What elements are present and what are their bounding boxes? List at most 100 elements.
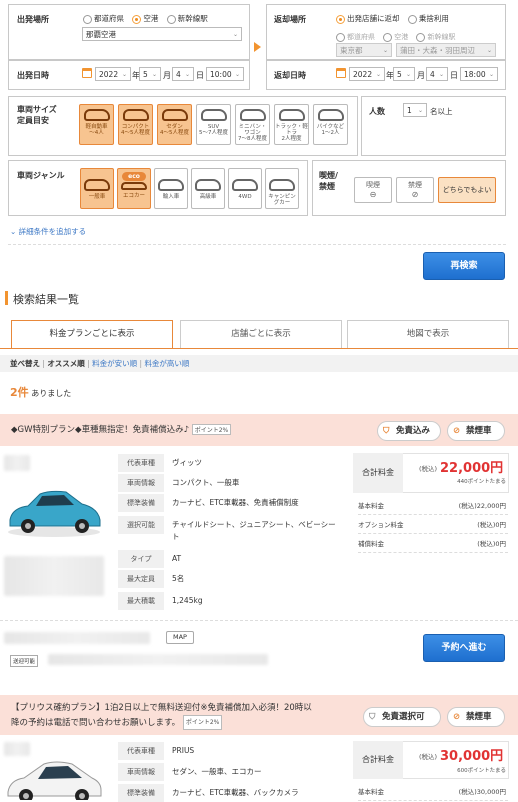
radio-one-way[interactable]: 乗捨利用 bbox=[407, 14, 449, 24]
car-image-2 bbox=[4, 756, 104, 802]
return-pref-select[interactable]: 東京都 ⌄ bbox=[336, 43, 392, 57]
size-tile-6[interactable]: バイクなど 1〜2人 bbox=[313, 104, 348, 145]
breakdown-key: 基本料金 bbox=[358, 502, 384, 510]
no-smoking-icon: ⊘ bbox=[453, 426, 461, 436]
departure-day-select[interactable]: 4 ⌄ bbox=[172, 67, 194, 81]
size-tile-1[interactable]: コンパクト 4〜5人程度 bbox=[118, 104, 153, 145]
departure-year-select[interactable]: 2022 ⌄ bbox=[95, 67, 131, 81]
size-tile-4[interactable]: ミニバン・ワゴン 7〜8人程度 bbox=[235, 104, 270, 145]
people-suffix: 名以上 bbox=[430, 107, 453, 116]
sort-recommended[interactable]: オススメ順 bbox=[47, 359, 85, 368]
genre-tile-0[interactable]: 一般車 bbox=[80, 168, 114, 209]
people-select[interactable]: 1 ⌄ bbox=[403, 103, 427, 117]
sort-price-asc[interactable]: 料金が安い順 bbox=[92, 359, 137, 368]
smoking-label: 喫煙/禁煙 bbox=[319, 171, 338, 191]
size-tile-5[interactable]: トラック・軽トラ 2人程度 bbox=[274, 104, 309, 145]
result-count: 2件 ありました bbox=[10, 384, 71, 400]
radio-prefecture[interactable]: 都道府県 bbox=[83, 14, 124, 24]
smoking-option-either[interactable]: どちらでもよい bbox=[438, 177, 496, 203]
total-price-2: 30,000円 bbox=[440, 749, 504, 764]
return-area-select[interactable]: 蒲田・大森・羽田周辺 ⌄ bbox=[396, 43, 496, 57]
smoking-option-nosmoke[interactable]: 禁煙 ⊘ bbox=[396, 177, 434, 203]
store-address-blurred bbox=[4, 632, 150, 644]
sort-price-desc[interactable]: 料金が高い順 bbox=[144, 359, 189, 368]
departure-place-label: 出発場所 bbox=[17, 15, 49, 24]
luxury-car-icon bbox=[195, 179, 221, 191]
departure-month-select[interactable]: 5 ⌄ bbox=[139, 67, 161, 81]
radio-return-shinkansen[interactable]: 新幹線駅 bbox=[416, 32, 455, 42]
spec-key: 標準装備 bbox=[118, 784, 164, 802]
eco-car-icon bbox=[121, 182, 147, 190]
size-tile-capacity: 7〜8人程度 bbox=[238, 136, 267, 142]
spec-value: 5名 bbox=[172, 574, 185, 583]
radio-return-airport[interactable]: 空港 bbox=[383, 32, 408, 42]
reserve-button[interactable]: 予約へ進む bbox=[423, 634, 505, 662]
plan-title-2-line1: 【プリウス確約プラン】1泊2日以上で無料送迎付※免責補償加入必須！20時以 bbox=[11, 703, 312, 713]
points-badge: ポイント2% bbox=[191, 424, 232, 435]
radio-shinkansen[interactable]: 新幹線駅 bbox=[166, 14, 208, 24]
spec-key: 車両情報 bbox=[118, 763, 164, 781]
return-time-select[interactable]: 18:00 ⌄ bbox=[460, 67, 498, 81]
departure-place-select[interactable]: 那覇空港 ⌄ bbox=[82, 27, 242, 41]
sort-label: 並べ替え bbox=[10, 359, 40, 368]
smoking-option-smoke[interactable]: 喫煙 ⊖ bbox=[354, 177, 392, 203]
genre-tile-4[interactable]: 4WD bbox=[228, 168, 262, 209]
size-tile-label: ミニバン・ワゴン bbox=[238, 124, 267, 136]
spec-key: 選択可能 bbox=[118, 516, 164, 534]
size-tile-capacity: 5〜7人程度 bbox=[199, 130, 228, 136]
size-tile-capacity: 〜4人 bbox=[89, 130, 104, 136]
genre-label: 車両ジャンル bbox=[17, 171, 65, 180]
return-calendar-icon[interactable] bbox=[336, 68, 346, 78]
import-car-icon bbox=[158, 179, 184, 191]
spec-key: タイプ bbox=[118, 550, 164, 568]
size-tile-3[interactable]: SUV 5〜7人程度 bbox=[196, 104, 231, 145]
tab-underline bbox=[0, 348, 518, 349]
tab-map[interactable]: 地図で表示 bbox=[347, 320, 509, 348]
plan-title-text: ◆GW特別プラン◆車種無指定！免責補償込み♪ bbox=[11, 425, 189, 435]
size-tile-0[interactable]: 軽自動車 〜4人 bbox=[79, 104, 114, 145]
eco-label-icon: eco bbox=[122, 172, 146, 181]
no-smoking-icon: ⊘ bbox=[411, 190, 419, 199]
spec-value: PRIUS bbox=[172, 746, 195, 755]
spec-value: ト bbox=[172, 532, 180, 541]
return-day-select[interactable]: 4 ⌄ bbox=[426, 67, 448, 81]
departure-time-select[interactable]: 10:00 ⌄ bbox=[206, 67, 244, 81]
genre-tile-1[interactable]: eco エコカー bbox=[117, 168, 151, 209]
radio-airport[interactable]: 空港 bbox=[132, 14, 158, 24]
departure-radio-group: 都道府県 空港 新幹線駅 bbox=[83, 13, 208, 24]
spec-key: 代表車種 bbox=[118, 742, 164, 760]
genre-tile-label: 一般車 bbox=[88, 194, 106, 200]
total-tax: (税込) bbox=[419, 465, 438, 473]
radio-return-prefecture[interactable]: 都道府県 bbox=[336, 32, 375, 42]
radio-same-store[interactable]: 出発店舗に返却 bbox=[336, 14, 400, 24]
store-name-blurred-2 bbox=[4, 742, 30, 756]
tab-by-plan[interactable]: 料金プランごとに表示 bbox=[11, 320, 173, 348]
genre-tile-label: 高級車 bbox=[199, 194, 217, 200]
spec-value: カーナビ、ETC車載器、バックカメラ bbox=[172, 788, 299, 797]
store-info-blurred bbox=[4, 556, 104, 596]
return-radio-group: 出発店舗に返却 乗捨利用 bbox=[336, 13, 449, 24]
shuttle-badge: 送迎可能 bbox=[10, 655, 39, 667]
chevron-down-icon: ⌄ bbox=[10, 227, 19, 236]
breakdown-value: (税込)0円 bbox=[477, 521, 506, 529]
spec-key: 最大定員 bbox=[118, 570, 164, 588]
plan-title: ◆GW特別プラン◆車種無指定！免責補償込み♪ ポイント2% bbox=[11, 423, 232, 435]
genre-tile-2[interactable]: 輸入車 bbox=[154, 168, 188, 209]
more-conditions-link[interactable]: ⌄ 詳細条件を追加する bbox=[10, 226, 86, 237]
size-tile-capacity: 1〜2人 bbox=[321, 130, 340, 136]
research-button[interactable]: 再検索 bbox=[423, 252, 505, 280]
genre-tile-3[interactable]: 高級車 bbox=[191, 168, 225, 209]
total-label-2: 合計料金 bbox=[353, 741, 403, 779]
return-year-select[interactable]: 2022 ⌄ bbox=[349, 67, 385, 81]
genre-tile-5[interactable]: キャンピングカー bbox=[265, 168, 299, 209]
sort-bar: 並べ替え | オススメ順 | 料金が安い順 | 料金が高い順 bbox=[0, 355, 518, 372]
map-button[interactable]: MAP bbox=[166, 631, 194, 644]
spec-value: AT bbox=[172, 554, 182, 563]
tab-by-store[interactable]: 店舗ごとに表示 bbox=[180, 320, 342, 348]
size-tile-2[interactable]: セダン 4〜5人程度 bbox=[157, 104, 192, 145]
return-month-unit: 月 bbox=[417, 71, 425, 80]
plan-title-2: 【プリウス確約プラン】1泊2日以上で無料送迎付※免責補償加入必須！20時以 降の… bbox=[11, 702, 356, 730]
return-sub-radio-group: 都道府県 空港 新幹線駅 bbox=[336, 32, 455, 42]
calendar-icon[interactable] bbox=[82, 68, 92, 78]
return-month-select[interactable]: 5 ⌄ bbox=[393, 67, 415, 81]
